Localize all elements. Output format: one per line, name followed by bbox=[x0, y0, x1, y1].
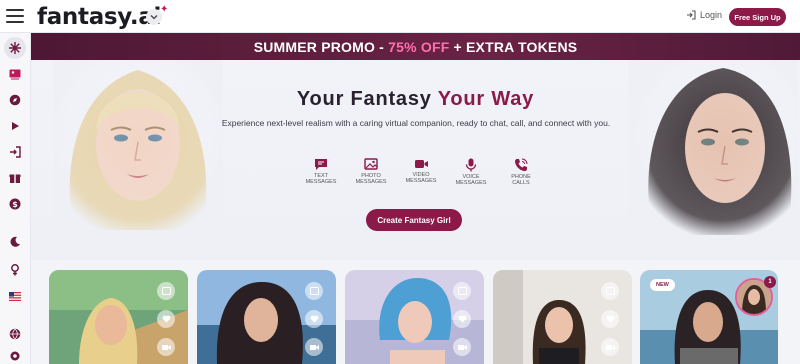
globe-icon[interactable] bbox=[4, 323, 26, 345]
login-icon[interactable] bbox=[4, 141, 26, 163]
character-card[interactable] bbox=[493, 270, 632, 364]
character-card[interactable]: NEW 1 bbox=[640, 270, 778, 364]
feature-label-line2: CALLS bbox=[512, 180, 530, 186]
heart-icon[interactable] bbox=[453, 310, 471, 328]
video-icon[interactable] bbox=[157, 338, 175, 356]
login-icon bbox=[687, 10, 696, 20]
feature-photo-messages: PHOTO MESSAGES bbox=[349, 158, 393, 185]
feature-label-line2: MESSAGES bbox=[405, 178, 437, 184]
play-icon[interactable] bbox=[4, 115, 26, 137]
top-bar: fantasy.ai ✦ Login Free Sign Up bbox=[0, 0, 800, 33]
video-icon[interactable] bbox=[305, 338, 323, 356]
feature-phone-calls: PHONE CALLS bbox=[499, 158, 543, 186]
microphone-icon bbox=[465, 158, 477, 172]
gallery-icon[interactable] bbox=[305, 282, 323, 300]
heart-icon[interactable] bbox=[157, 310, 175, 328]
character-card[interactable] bbox=[197, 270, 336, 364]
moon-icon[interactable] bbox=[4, 231, 26, 253]
login-label: Login bbox=[700, 10, 723, 20]
create-fantasy-girl-button[interactable]: Create Fantasy Girl bbox=[366, 209, 462, 231]
feature-video-messages: VIDEO MESSAGES bbox=[399, 158, 443, 184]
feature-label-line2: MESSAGES bbox=[305, 179, 337, 185]
phone-icon bbox=[515, 158, 528, 171]
gallery-icon[interactable] bbox=[157, 282, 175, 300]
story-count-badge: 1 bbox=[764, 276, 776, 288]
settings-icon[interactable] bbox=[4, 345, 26, 364]
hero-title-accent: Your Way bbox=[437, 88, 535, 110]
chevron-down-icon[interactable] bbox=[146, 9, 162, 25]
video-icon[interactable] bbox=[601, 338, 619, 356]
svg-text:$: $ bbox=[12, 200, 18, 209]
feature-voice-messages: VOICE MESSAGES bbox=[449, 158, 493, 186]
promo-banner[interactable]: SUMMER PROMO - 75% OFF + EXTRA TOKENS bbox=[31, 33, 800, 60]
video-icon[interactable] bbox=[453, 338, 471, 356]
gallery-icon[interactable] bbox=[4, 63, 26, 85]
image-icon bbox=[364, 158, 378, 170]
compass-icon[interactable] bbox=[4, 89, 26, 111]
female-icon[interactable] bbox=[4, 259, 26, 281]
sparkle-icon[interactable] bbox=[4, 37, 26, 59]
hero-portrait-right bbox=[628, 60, 798, 240]
hero-section: Your Fantasy Your Way Experience next-le… bbox=[31, 60, 800, 260]
chat-icon bbox=[315, 159, 327, 170]
sidebar: $ bbox=[0, 33, 31, 364]
heart-icon[interactable] bbox=[305, 310, 323, 328]
hamburger-icon[interactable] bbox=[6, 9, 24, 23]
hero-portrait-left bbox=[53, 60, 223, 240]
gallery-icon[interactable] bbox=[601, 282, 619, 300]
video-icon bbox=[414, 160, 428, 168]
promo-suffix: + EXTRA TOKENS bbox=[449, 38, 578, 55]
signup-button[interactable]: Free Sign Up bbox=[729, 8, 786, 26]
us-flag-icon[interactable] bbox=[4, 285, 26, 307]
promo-text: SUMMER PROMO - 75% OFF + EXTRA TOKENS bbox=[254, 39, 578, 55]
heart-icon[interactable] bbox=[601, 310, 619, 328]
dollar-icon[interactable]: $ bbox=[4, 193, 26, 215]
feature-label-line2: MESSAGES bbox=[455, 180, 487, 186]
new-badge: NEW bbox=[650, 279, 675, 291]
promo-prefix: SUMMER PROMO - bbox=[253, 38, 389, 55]
logo-text: fantasy.ai bbox=[37, 4, 162, 30]
feature-label-line2: MESSAGES bbox=[355, 179, 387, 185]
login-button[interactable]: Login bbox=[686, 10, 722, 20]
hero-subtitle: Experience next-level realism with a car… bbox=[221, 118, 611, 128]
hero-title-main: Your Fantasy bbox=[296, 88, 438, 110]
gallery-icon[interactable] bbox=[453, 282, 471, 300]
character-card[interactable] bbox=[49, 270, 188, 364]
hero-title: Your Fantasy Your Way bbox=[31, 88, 800, 111]
logo[interactable]: fantasy.ai ✦ bbox=[37, 4, 168, 30]
promo-percent: 75% OFF bbox=[388, 38, 450, 55]
character-card[interactable] bbox=[345, 270, 484, 364]
feature-list: TEXT MESSAGES PHOTO MESSAGES VIDEO MESSAGES… bbox=[299, 158, 539, 194]
feature-text-messages: TEXT MESSAGES bbox=[299, 158, 343, 185]
gift-icon[interactable] bbox=[4, 167, 26, 189]
